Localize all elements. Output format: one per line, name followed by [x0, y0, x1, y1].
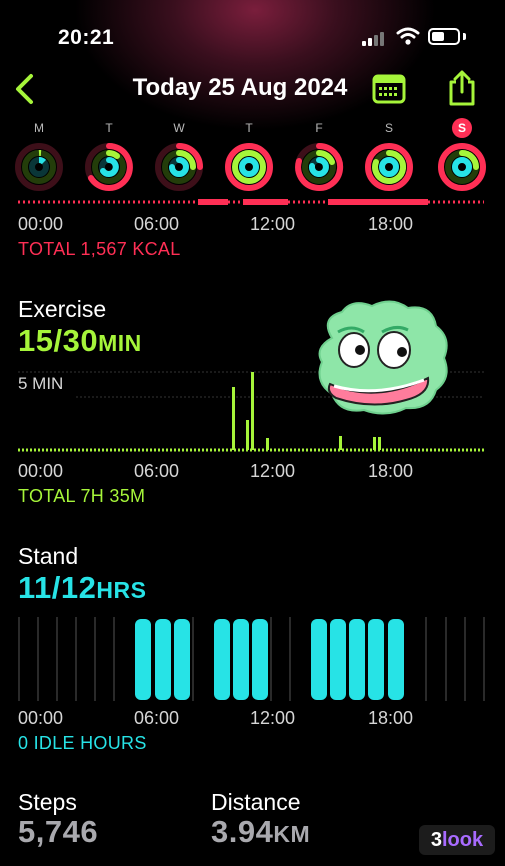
- move-axis-2: 12:00: [250, 214, 296, 234]
- day-fri[interactable]: F: [289, 118, 349, 192]
- calendar-icon[interactable]: [372, 72, 406, 104]
- exercise-total: TOTAL 7H 35M: [18, 486, 146, 506]
- wifi-icon: [396, 27, 420, 45]
- distance-label: Distance: [211, 789, 301, 815]
- distance-value: 3.94KM: [211, 814, 310, 850]
- battery-icon: [428, 28, 460, 45]
- signal-icon: [362, 30, 388, 46]
- exercise-axis-0: 00:00: [18, 461, 64, 481]
- steps-label: Steps: [18, 789, 77, 815]
- day-letter-today: S: [452, 118, 472, 138]
- activity-rings-icon: [438, 143, 486, 191]
- day-wed[interactable]: W: [149, 118, 209, 192]
- day-letter: T: [105, 121, 113, 135]
- stand-value-number: 11/12: [18, 570, 97, 605]
- day-thu[interactable]: T: [219, 118, 279, 192]
- exercise-unit: MIN: [98, 330, 142, 356]
- activity-rings-icon: [155, 143, 203, 191]
- activity-rings-icon: [85, 143, 133, 191]
- watermark-logo: 3look: [419, 825, 495, 855]
- stand-axis-0: 00:00: [18, 708, 64, 728]
- stand-axis-2: 12:00: [250, 708, 296, 728]
- day-sun-today[interactable]: S: [432, 118, 492, 192]
- distance-value-number: 3.94: [211, 814, 274, 849]
- day-letter: W: [173, 121, 185, 135]
- exercise-value: 15/30MIN: [18, 323, 142, 359]
- sticker-face: [318, 300, 448, 415]
- day-letter: T: [245, 121, 253, 135]
- activity-rings-icon: [365, 143, 413, 191]
- share-icon[interactable]: [445, 68, 479, 108]
- move-total: TOTAL 1,567 KCAL: [18, 239, 181, 259]
- activity-rings-icon: [295, 142, 344, 191]
- week-strip: M T W T F S S: [0, 118, 505, 198]
- exercise-axis-2: 12:00: [250, 461, 296, 481]
- stand-idle: 0 IDLE HOURS: [18, 733, 147, 753]
- day-letter: M: [34, 121, 44, 135]
- exercise-axis-3: 18:00: [368, 461, 414, 481]
- move-axis-1: 06:00: [134, 214, 180, 234]
- move-chart-baseline: [18, 199, 484, 205]
- day-sat[interactable]: S: [359, 118, 419, 192]
- day-tue[interactable]: T: [79, 118, 139, 192]
- move-axis-0: 00:00: [18, 214, 64, 234]
- battery-tip: [463, 33, 466, 40]
- exercise-axis-1: 06:00: [134, 461, 180, 481]
- stand-unit: HRS: [96, 577, 147, 603]
- stand-title: Stand: [18, 543, 79, 569]
- day-letter: F: [315, 121, 323, 135]
- activity-rings-icon: [15, 143, 63, 191]
- day-mon[interactable]: M: [9, 118, 69, 192]
- page-title: Today 25 Aug 2024: [132, 74, 348, 101]
- stand-axis-1: 06:00: [134, 708, 180, 728]
- move-axis-3: 18:00: [368, 214, 414, 234]
- stand-axis-3: 18:00: [368, 708, 414, 728]
- steps-value: 5,746: [18, 814, 99, 849]
- activity-rings-icon: [225, 143, 273, 191]
- distance-unit: KM: [273, 821, 311, 847]
- exercise-title: Exercise: [18, 296, 107, 322]
- exercise-value-number: 15/30: [18, 323, 99, 358]
- stand-value: 11/12HRS: [18, 570, 146, 606]
- day-letter: S: [384, 121, 393, 135]
- stand-chart: [18, 617, 485, 701]
- status-time: 20:21: [58, 26, 115, 49]
